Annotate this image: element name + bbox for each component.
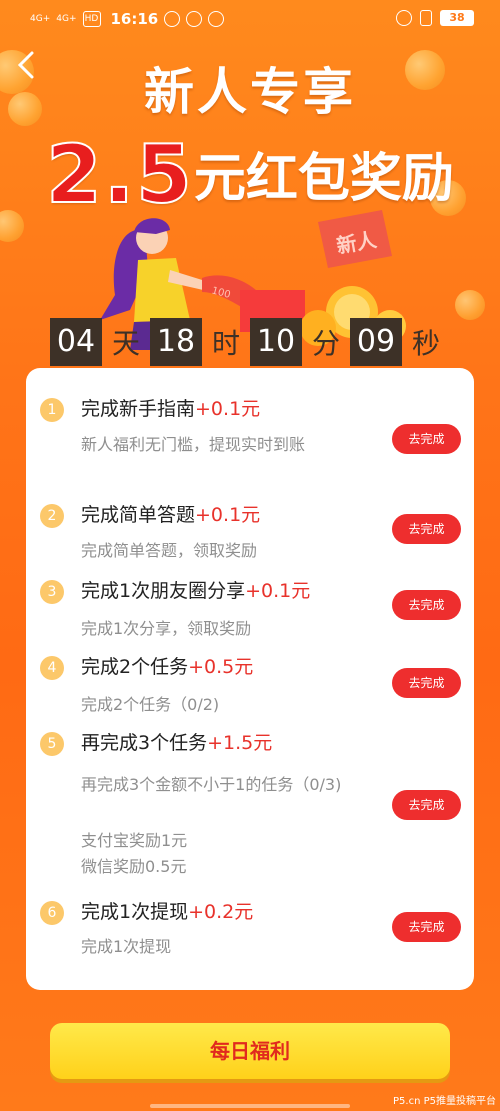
countdown-timer: 04 天 18 时 10 分 09 秒: [50, 318, 450, 366]
countdown-hours: 18: [150, 318, 202, 366]
task-list-card: 1 完成新手指南+0.1元 新人福利无门槛，提现实时到账 去完成 2 完成简单答…: [26, 368, 474, 990]
task-description: 新人福利无门槛，提现实时到账: [81, 435, 306, 454]
task-reward: +0.1元: [245, 580, 311, 602]
signal-icon: 4G+: [30, 13, 51, 24]
task-description: 完成1次分享，领取奖励: [81, 619, 252, 638]
go-complete-button[interactable]: 去完成: [392, 514, 461, 544]
daily-welfare-button[interactable]: 每日福利: [50, 1023, 450, 1079]
task-description: 完成2个任务（0/2): [81, 695, 220, 714]
page-title: 新人专享: [144, 63, 356, 121]
task-description: 完成1次提现: [81, 937, 172, 956]
task-title: 完成1次提现+0.2元: [81, 901, 254, 923]
hd-icon: HD: [82, 11, 101, 27]
task-reward: +0.5元: [188, 656, 254, 678]
countdown-days: 04: [50, 318, 102, 366]
app-notification-icon-2: [208, 11, 225, 27]
task-title: 再完成3个任务+1.5元: [81, 732, 273, 754]
task-number: 6: [40, 901, 64, 925]
status-bar: 4G+ 4G+ HD 16:16 38: [0, 0, 500, 38]
task-description: 再完成3个金额不小于1的任务（0/3): [81, 775, 342, 794]
task-reward: +0.1元: [195, 398, 261, 420]
alarm-icon: [396, 10, 412, 26]
task-number: 1: [40, 398, 64, 422]
task-description-alipay: 支付宝奖励1元: [81, 831, 188, 850]
task-description-wechat: 微信奖励0.5元: [81, 857, 187, 876]
countdown-hours-unit: 时: [211, 327, 240, 360]
task-reward: +1.5元: [207, 732, 273, 754]
countdown-seconds: 09: [350, 318, 402, 366]
countdown-minutes: 10: [250, 318, 302, 366]
status-time: 16:16: [110, 10, 159, 28]
task-description: 完成简单答题，领取奖励: [81, 541, 258, 560]
go-complete-button[interactable]: 去完成: [392, 590, 461, 620]
task-reward: +0.1元: [195, 504, 261, 526]
task-reward: +0.2元: [188, 901, 254, 923]
go-complete-button[interactable]: 去完成: [392, 790, 461, 820]
go-complete-button[interactable]: 去完成: [392, 668, 461, 698]
battery-icon: 38: [440, 10, 474, 26]
countdown-days-unit: 天: [111, 327, 140, 360]
countdown-seconds-unit: 秒: [411, 327, 440, 360]
task-number: 3: [40, 580, 64, 604]
task-title: 完成2个任务+0.5元: [81, 656, 254, 678]
task-title: 完成简单答题+0.1元: [81, 504, 261, 526]
coin-decoration: [455, 290, 485, 320]
task-title: 完成新手指南+0.1元: [81, 398, 261, 420]
countdown-minutes-unit: 分: [311, 327, 340, 360]
signal-icon-2: 4G+: [56, 13, 77, 24]
task-title: 完成1次朋友圈分享+0.1元: [81, 580, 311, 602]
task-number: 5: [40, 732, 64, 756]
watermark: P5.cn P5推量投稿平台: [393, 1096, 496, 1107]
home-indicator[interactable]: [150, 1104, 350, 1108]
task-number: 2: [40, 504, 64, 528]
go-complete-button[interactable]: 去完成: [392, 424, 461, 454]
app-notification-icon: [186, 11, 203, 27]
wechat-icon: [164, 11, 181, 27]
vibrate-icon: [420, 10, 432, 26]
task-number: 4: [40, 656, 64, 680]
go-complete-button[interactable]: 去完成: [392, 912, 461, 942]
